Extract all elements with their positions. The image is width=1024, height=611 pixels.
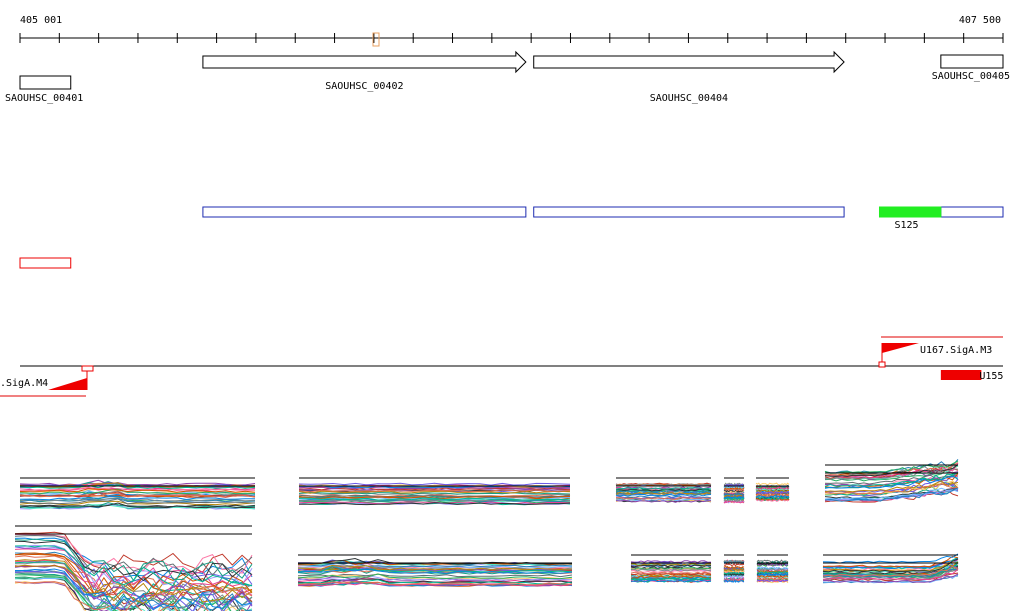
gene-00405-box[interactable] — [940, 54, 1004, 69]
expression-profile-panels — [14, 459, 959, 611]
profile-panel-bottom-1 — [14, 525, 253, 611]
gene-00402-arrow[interactable] — [202, 50, 527, 74]
profile-panel-bottom-4 — [723, 554, 745, 583]
gene-00401-label: SAOUHSC_00401 — [5, 93, 83, 104]
promoter-m4-label: .SigA.M4 — [0, 378, 48, 389]
profile-trace — [630, 560, 712, 564]
gene-saouhsc-00402[interactable]: SAOUHSC_00402 — [202, 50, 527, 92]
blue-segment-1[interactable] — [202, 206, 527, 218]
green-segment-s125[interactable] — [878, 206, 942, 218]
gene-saouhsc-00404[interactable]: SAOUHSC_00404 — [533, 50, 845, 104]
gene-saouhsc-00405[interactable]: SAOUHSC_00405 — [932, 54, 1010, 82]
profile-trace — [630, 564, 712, 568]
promoter-track: U167.SigA.M3 .SigA.M4 U155 — [0, 336, 1004, 397]
promoter-m4-flag[interactable] — [48, 378, 87, 390]
blue-segment-2[interactable] — [533, 206, 845, 218]
gene-00401-box[interactable] — [19, 75, 72, 90]
promoter-u167-siga-m3[interactable]: U167.SigA.M3 — [878, 336, 1003, 368]
promoter-u167-label: U167.SigA.M3 — [920, 345, 992, 356]
red-outline-segment[interactable] — [19, 257, 72, 269]
profile-panel-top-1 — [19, 477, 256, 510]
promoter-siga-m4[interactable]: .SigA.M4 — [0, 365, 94, 397]
gene-00405-label: SAOUHSC_00405 — [932, 71, 1010, 82]
profile-panel-top-6 — [824, 459, 959, 503]
promoter-u167-flag[interactable] — [882, 343, 919, 353]
profile-panel-top-5 — [755, 477, 790, 502]
profile-panel-bottom-5 — [756, 554, 789, 584]
gene-00404-label: SAOUHSC_00404 — [650, 93, 728, 104]
segment-u155[interactable]: U155 — [940, 370, 1004, 382]
profile-trace — [755, 482, 790, 486]
profile-panel-bottom-3 — [630, 554, 712, 583]
segment-track — [202, 206, 1004, 218]
segment-u155-box[interactable] — [940, 370, 982, 380]
promoter-m4-marker — [81, 365, 94, 372]
profile-panel-top-2 — [298, 477, 571, 506]
ruler-end-label: 407 500 — [959, 15, 1001, 26]
profile-panel-top-4 — [723, 477, 745, 504]
blue-segment-3[interactable] — [940, 206, 1004, 218]
promoter-u167-marker — [878, 361, 886, 368]
genome-browser-view: 405 001 407 500 SAOUHSC_00401 SAOUHSC_00… — [0, 15, 1010, 611]
red-segment-track — [19, 257, 72, 269]
profile-panel-bottom-2 — [297, 554, 573, 587]
profile-trace — [723, 563, 745, 567]
coordinate-ruler: 405 001 407 500 — [19, 15, 1004, 47]
gene-track: SAOUHSC_00401 SAOUHSC_00402 SAOUHSC_0040… — [5, 50, 1010, 104]
segment-u155-label: U155 — [979, 371, 1003, 382]
profile-panel-bottom-6 — [822, 553, 959, 584]
gene-00402-label: SAOUHSC_00402 — [325, 81, 403, 92]
ruler-start-label: 405 001 — [20, 15, 62, 26]
gene-00404-arrow[interactable] — [533, 50, 845, 74]
profile-panel-top-3 — [615, 477, 712, 503]
gene-saouhsc-00401[interactable]: SAOUHSC_00401 — [5, 75, 83, 104]
segment-s125-label: S125 — [894, 220, 918, 231]
